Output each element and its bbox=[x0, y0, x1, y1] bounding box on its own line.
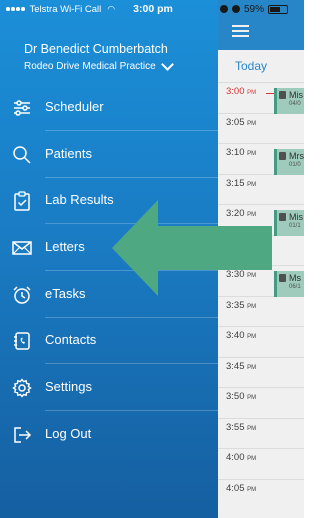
signal-icon bbox=[6, 7, 25, 11]
time-label: 4:05 PM bbox=[226, 482, 257, 494]
menu-label-log-out: Log Out bbox=[45, 426, 92, 441]
menu-item-log-out[interactable]: Log Out bbox=[0, 412, 218, 458]
time-label: 4:00 PM bbox=[226, 452, 257, 463]
address-book-icon bbox=[14, 332, 30, 350]
today-bar: Today bbox=[218, 50, 304, 83]
appointment-patient: Mis bbox=[289, 212, 303, 222]
time-label: 3:40 PM bbox=[226, 330, 257, 341]
battery-percent: 59% bbox=[244, 3, 265, 15]
appointment-patient: Mrs bbox=[289, 151, 304, 161]
timeline: 3:00 PM3:05 PM3:10 PM3:15 PM3:20 PM3:25 … bbox=[218, 82, 304, 518]
envelope-icon bbox=[12, 241, 32, 255]
time-slot[interactable]: 3:05 PM bbox=[218, 112, 304, 144]
status-time: 3:00 pm bbox=[133, 3, 173, 15]
time-label: 3:35 PM bbox=[226, 299, 257, 311]
search-icon bbox=[13, 146, 31, 164]
logout-icon bbox=[14, 427, 32, 443]
document-icon bbox=[279, 91, 286, 99]
time-slot[interactable]: 3:40 PM bbox=[218, 326, 304, 357]
appointment-card[interactable]: Mis 01/1 bbox=[274, 210, 304, 236]
menu-label-etasks: eTasks bbox=[45, 286, 86, 301]
time-slot[interactable]: 4:00 PM bbox=[218, 448, 304, 479]
time-label: 3:05 PM bbox=[226, 116, 257, 128]
time-slot[interactable]: 4:05 PM bbox=[218, 478, 304, 510]
time-label: 3:10 PM bbox=[226, 147, 257, 158]
status-bar-left: Telstra Wi-Fi Call ◠ 3:00 pm bbox=[6, 2, 218, 16]
menu-label-patients: Patients bbox=[45, 146, 92, 161]
appointment-date: 06/1 bbox=[289, 284, 301, 290]
menu-label-letters: Letters bbox=[45, 239, 85, 254]
time-slot[interactable]: 3:55 PM bbox=[218, 417, 304, 449]
menu-icon[interactable] bbox=[232, 25, 249, 37]
appointment-date: 04/0 bbox=[289, 101, 301, 107]
app-screen: 59% Today 3:00 PM 3:05 PM 3:10 PM 3:15 PM 3:… bbox=[0, 0, 304, 518]
document-icon bbox=[279, 152, 286, 160]
menu-item-contacts[interactable]: Contacts bbox=[0, 318, 218, 364]
menu-label-lab-results: Lab Results bbox=[45, 192, 114, 207]
appointment-date: 01/0 bbox=[289, 162, 301, 168]
time-slot[interactable]: 3:35 PM bbox=[218, 295, 304, 327]
appointment-card[interactable]: Mrs 01/0 bbox=[274, 149, 304, 175]
appointment-patient: Mis bbox=[289, 90, 303, 100]
time-label: 3:50 PM bbox=[226, 391, 257, 402]
time-slot[interactable]: 3:45 PM bbox=[218, 356, 304, 388]
wifi-icon: ◠ bbox=[107, 3, 116, 14]
user-name: Dr Benedict Cumberbatch bbox=[24, 42, 168, 56]
time-slot[interactable]: 3:50 PM bbox=[218, 387, 304, 418]
pointer-arrow-icon bbox=[112, 200, 272, 296]
menu-label-settings: Settings bbox=[45, 379, 92, 394]
alarm-icon bbox=[220, 5, 228, 13]
practice-name: Rodeo Drive Medical Practice bbox=[24, 61, 156, 72]
time-label: 3:15 PM bbox=[226, 177, 257, 189]
time-label: 3:00 PM bbox=[226, 86, 257, 97]
menu-label-contacts: Contacts bbox=[45, 332, 97, 347]
practice-selector[interactable]: Rodeo Drive Medical Practice bbox=[24, 58, 174, 72]
appointment-date: 01/1 bbox=[289, 223, 301, 229]
menu-item-patients[interactable]: Patients bbox=[0, 132, 218, 178]
time-label: 3:45 PM bbox=[226, 360, 257, 372]
battery-icon bbox=[268, 4, 289, 14]
time-label: 3:55 PM bbox=[226, 421, 257, 433]
location-icon bbox=[232, 5, 240, 13]
menu-label-scheduler: Scheduler bbox=[45, 99, 104, 114]
scheduler-icon bbox=[14, 100, 30, 116]
menu-item-scheduler[interactable]: Scheduler bbox=[0, 85, 218, 131]
today-button[interactable]: Today bbox=[235, 59, 267, 73]
clipboard-check-icon bbox=[14, 191, 30, 211]
menu-item-settings[interactable]: Settings bbox=[0, 365, 218, 411]
alarm-clock-icon bbox=[13, 286, 31, 304]
document-icon bbox=[279, 274, 286, 282]
gear-icon bbox=[12, 378, 32, 398]
appointment-card[interactable]: Ms 06/1 bbox=[274, 271, 304, 297]
document-icon bbox=[279, 213, 286, 221]
status-bar-right: 59% bbox=[220, 2, 304, 16]
chevron-down-icon bbox=[160, 58, 174, 71]
carrier-label: Telstra Wi-Fi Call bbox=[29, 3, 102, 15]
appointment-card[interactable]: Mis 04/0 bbox=[274, 88, 304, 114]
appointment-patient: Ms bbox=[289, 273, 301, 283]
